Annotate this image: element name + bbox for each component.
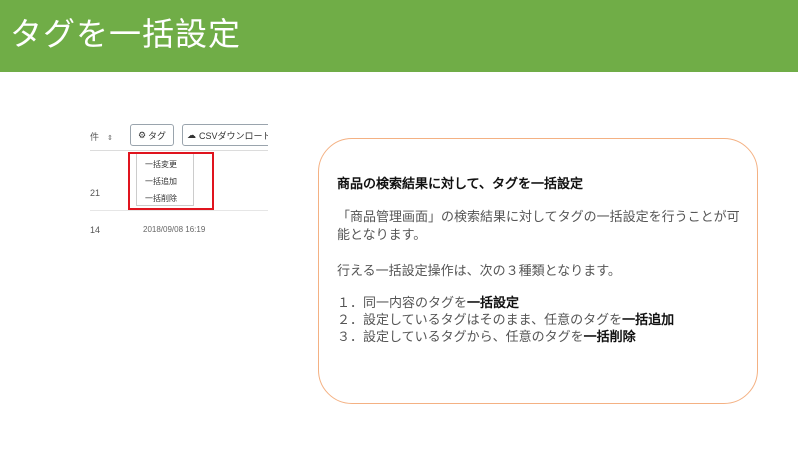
callout-box: 商品の検索結果に対して、タグを一括設定 「商品管理画面」の検索結果に対してタグの…	[318, 138, 758, 404]
select-arrows-icon: ⇕	[107, 135, 113, 142]
list-item-bold: 一括追加	[622, 313, 675, 328]
gear-icon: ⚙	[137, 129, 147, 140]
list-item: ２．設定しているタグはそのまま、任意のタグを一括追加	[337, 312, 747, 329]
list-item-text: ３．設定しているタグから、任意のタグを	[337, 330, 584, 345]
list-item-text: ２．設定しているタグはそのまま、任意のタグを	[337, 313, 623, 328]
table-row-time: 14	[90, 225, 101, 234]
callout-heading: 商品の検索結果に対して、タグを一括設定	[337, 177, 583, 192]
callout-paragraph: 行える一括設定操作は、次の３種類となります。	[337, 264, 621, 279]
list-item-text: １．同一内容のタグを	[337, 296, 468, 311]
list-item: １．同一内容のタグを一括設定	[337, 295, 747, 312]
table-row-time: 21	[90, 188, 101, 198]
count-select-label: 件	[90, 132, 100, 142]
callout-paragraph: 「商品管理画面」の検索結果に対してタグの一括設定を行うことが可能となります。	[337, 210, 740, 243]
title-bar: タグを一括設定	[0, 0, 798, 72]
table-row-date: 2018/09/08 16:19	[143, 225, 206, 234]
list-item: ３．設定しているタグから、任意のタグを一括削除	[337, 329, 747, 346]
count-select[interactable]: 件 ⇕	[90, 130, 113, 143]
list-item-bold: 一括削除	[583, 330, 636, 345]
divider	[90, 150, 268, 151]
tag-button-label: タグ	[148, 130, 167, 141]
operation-list: １．同一内容のタグを一括設定 ２．設定しているタグはそのまま、任意のタグを一括追…	[337, 295, 747, 346]
csv-download-label: CSVダウンロード	[199, 130, 268, 141]
cloud-download-icon: ☁	[187, 129, 196, 140]
slide-title: タグを一括設定	[10, 15, 242, 53]
csv-download-button[interactable]: ☁ CSVダウンロード	[182, 124, 268, 146]
divider	[90, 210, 268, 211]
screenshot-snippet: 件 ⇕ ⚙ タグ ☁ CSVダウンロード 21 14 2018/09/08 16:…	[90, 124, 268, 234]
list-item-bold: 一括設定	[467, 296, 520, 311]
tag-button[interactable]: ⚙ タグ	[130, 124, 174, 146]
highlight-box	[128, 152, 214, 210]
